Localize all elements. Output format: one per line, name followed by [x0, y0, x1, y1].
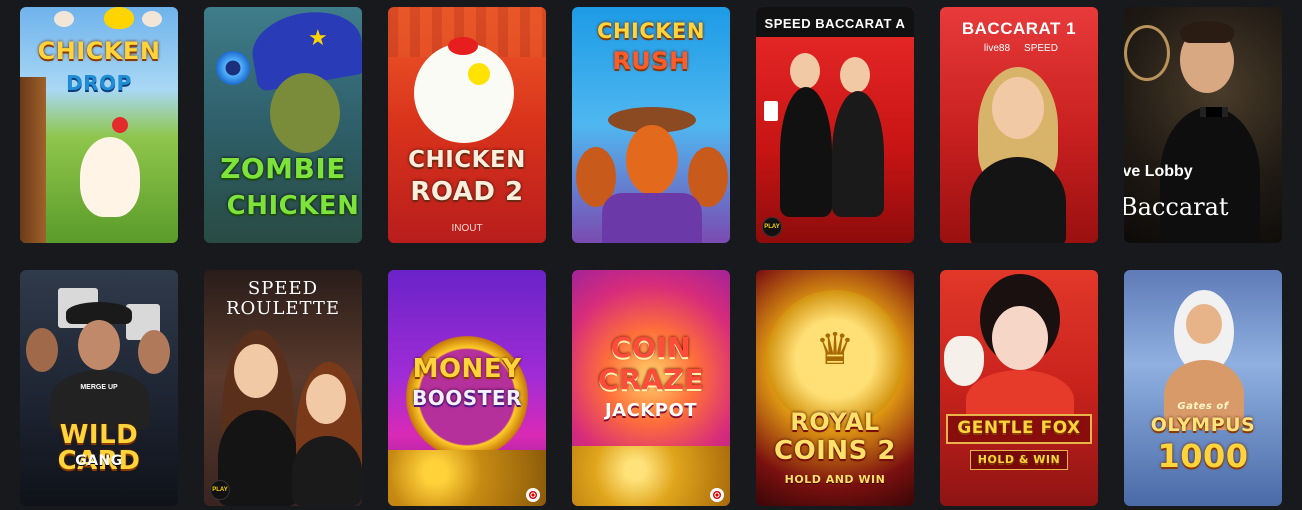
hair: [1180, 21, 1234, 43]
game-subtitle: COINS 2: [774, 436, 896, 466]
provider-play-badge: PLAY: [210, 480, 230, 500]
game-subtitle: BOOSTER: [412, 386, 522, 410]
zeus-head: [1186, 304, 1222, 344]
game-title: CHICKEN: [597, 19, 705, 43]
game-title: GENTLE FOX: [957, 418, 1081, 438]
gangster-head: [26, 328, 58, 372]
game-subtitle: RUSH: [612, 47, 690, 75]
game-tile-zombie-chicken[interactable]: ★ ZOMBIE CHICKEN: [204, 7, 362, 243]
game-title: ive Lobby: [1124, 163, 1193, 180]
egg-icon: [142, 11, 162, 27]
game-tag: Gates of: [1177, 401, 1229, 412]
game-subtitle: 1000: [1157, 437, 1249, 475]
game-tile-chicken-drop[interactable]: CHICKEN DROP: [20, 7, 178, 243]
game-title: SPEED BACCARAT A: [764, 16, 906, 31]
game-title: OLYMPUS: [1150, 414, 1256, 436]
game-tag: MERGE UP: [80, 384, 118, 391]
provider-logo-icon: [526, 488, 540, 502]
dealer-body: [780, 87, 832, 217]
game-subtitle: ROAD 2: [410, 177, 524, 207]
game-tile-live-lobby-baccarat[interactable]: ive Lobby Baccarat: [1124, 7, 1282, 243]
game-title: MONEY: [412, 354, 522, 384]
provider-logo-icon: [710, 488, 724, 502]
chicken-eye-icon: [468, 63, 490, 85]
game-title: COIN: [610, 331, 692, 364]
playing-card-icon: [764, 101, 778, 121]
crown-icon: ♛: [815, 325, 855, 374]
egg-icon: [104, 7, 134, 29]
dealer-body: [832, 91, 884, 217]
game-subtitle: CRAZE: [598, 363, 704, 396]
eye-orb-icon: [216, 51, 250, 85]
zombie-chicken-icon: [270, 73, 340, 153]
dealer-head: [234, 344, 278, 398]
dealer-head: [992, 77, 1044, 139]
dealer-body: [218, 410, 298, 506]
game-subtitle: CHICKEN: [226, 191, 360, 221]
game-tile-chicken-rush[interactable]: CHICKEN RUSH: [572, 7, 730, 243]
egg-icon: [54, 11, 74, 27]
provider-play-badge: PLAY: [762, 217, 782, 237]
game-subtitle: DROP: [66, 71, 132, 95]
game-title: CHICKEN: [37, 37, 161, 65]
game-subtitle: GANG: [75, 453, 123, 469]
game-title: SPEED: [247, 278, 319, 299]
chicken-icon: [80, 137, 140, 217]
game-tile-gentle-fox[interactable]: GENTLE FOX HOLD & WIN: [940, 270, 1098, 506]
gangster-head: [138, 330, 170, 374]
chicken-comb-icon: [112, 117, 128, 133]
game-subtitle: ROULETTE: [225, 298, 341, 319]
game-tile-chicken-road-2[interactable]: CHICKEN ROAD 2 INOUT: [388, 7, 546, 243]
star-icon: ★: [308, 25, 328, 50]
character-head: [992, 306, 1048, 370]
game-subtitle: Baccarat: [1124, 193, 1229, 221]
chicken-comb-icon: [448, 37, 478, 55]
chicken-icon: [414, 43, 514, 143]
game-title: ROYAL: [790, 408, 880, 436]
fox-mask-icon: [944, 336, 984, 386]
rooster-icon: [626, 125, 678, 195]
game-tile-baccarat-1[interactable]: BACCARAT 1 live88 SPEED: [940, 7, 1098, 243]
dealer-head: [306, 374, 346, 424]
bow-tie-icon: [1200, 107, 1228, 117]
game-tile-gates-of-olympus-1000[interactable]: Gates of OLYMPUS 1000: [1124, 270, 1282, 506]
dealer-head: [790, 53, 820, 89]
game-title: ZOMBIE: [220, 152, 346, 185]
game-jackpot-label: JACKPOT: [604, 400, 698, 421]
game-grid: CHICKEN DROP ★ ZOMBIE CHICKEN CHICKEN RO…: [20, 7, 1282, 506]
game-title: BACCARAT 1: [961, 19, 1077, 38]
coat: [602, 193, 702, 243]
coin-pile: [388, 450, 546, 506]
game-subtitle: HOLD & WIN: [977, 453, 1061, 466]
dealer-body: [970, 157, 1066, 243]
dealer-body: [292, 436, 362, 506]
game-tile-money-booster[interactable]: MONEY BOOSTER: [388, 270, 546, 506]
game-feature-label: HOLD AND WIN: [784, 473, 886, 486]
game-tile-royal-coins-2[interactable]: ♛ ROYAL COINS 2 HOLD AND WIN: [756, 270, 914, 506]
variant-label: SPEED: [1024, 43, 1058, 54]
game-tile-coin-craze-jackpot[interactable]: COIN CRAZE JACKPOT: [572, 270, 730, 506]
tree-trunk: [20, 77, 46, 243]
coin-pile: [572, 446, 730, 506]
game-title: CHICKEN: [408, 147, 526, 173]
dealer-head: [840, 57, 870, 93]
logo-icon: [1124, 25, 1170, 81]
game-tile-speed-roulette[interactable]: SPEED ROULETTE PLAY: [204, 270, 362, 506]
game-tile-wild-card-gang[interactable]: MERGE UP WILD CARD GANG: [20, 270, 178, 506]
gangster-head: [78, 320, 120, 370]
game-tile-speed-baccarat-a[interactable]: SPEED BACCARAT A PLAY: [756, 7, 914, 243]
provider-label: INOUT: [451, 223, 483, 234]
